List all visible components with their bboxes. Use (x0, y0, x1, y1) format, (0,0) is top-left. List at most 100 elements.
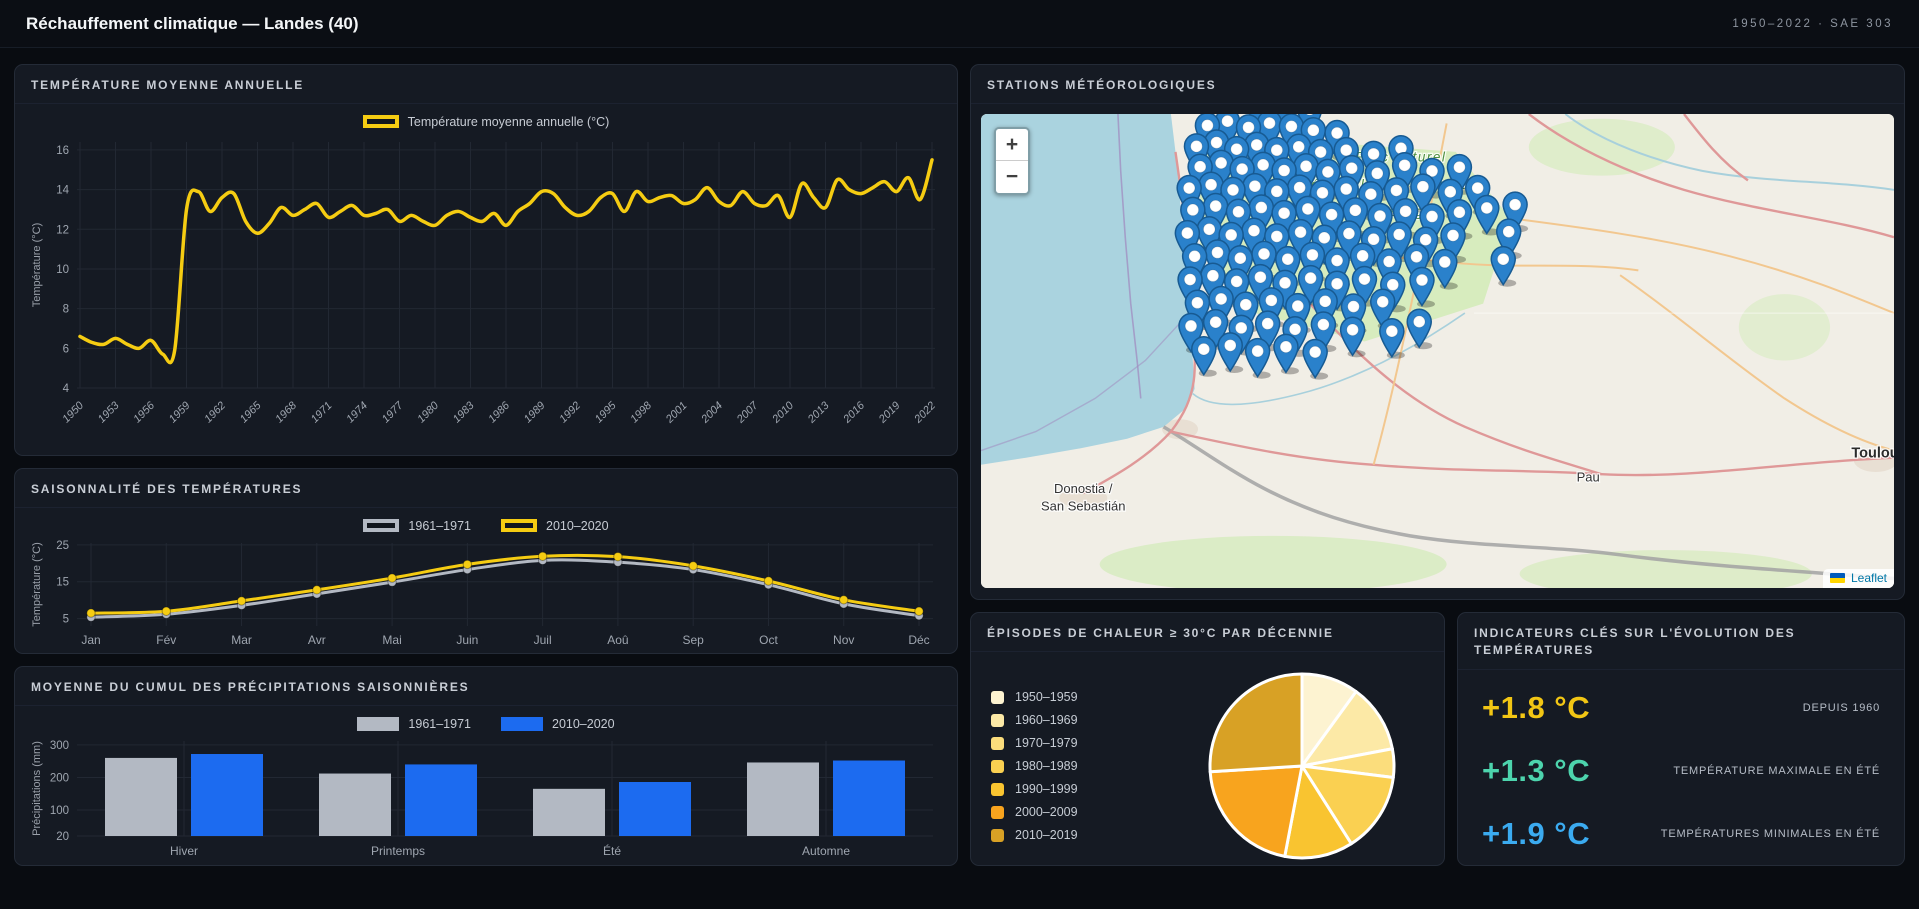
svg-text:12: 12 (56, 225, 69, 237)
svg-text:15: 15 (56, 577, 69, 589)
indicator-label: TEMPÉRATURE MAXIMALE EN ÉTÉ (1673, 765, 1880, 777)
pie-legend-item[interactable]: 1980–1989 (991, 759, 1169, 773)
svg-text:2022: 2022 (912, 400, 939, 427)
indicator-label: DEPUIS 1960 (1803, 702, 1880, 714)
panel-heat-episodes: ÉPISODES DE CHALEUR ≥ 30°C PAR DÉCENNIE … (970, 612, 1445, 866)
map-basemap: Donostia /San SebastiánPauToulouseParc n… (981, 114, 1894, 588)
svg-text:1956: 1956 (131, 399, 157, 425)
pie-legend-label: 2000–2009 (1015, 805, 1078, 819)
annual-chart-legend: Température moyenne annuelle (°C) (15, 109, 957, 134)
pie-legend-swatch (991, 783, 1004, 796)
svg-text:100: 100 (50, 805, 69, 817)
legend-item[interactable]: Température moyenne annuelle (°C) (363, 115, 610, 129)
dashboard-content: TEMPÉRATURE MOYENNE ANNUELLE Température… (0, 48, 1919, 866)
svg-text:1971: 1971 (309, 400, 335, 426)
precipitations-chart[interactable]: 20100200300Précipitations (mm)HiverPrint… (27, 736, 945, 862)
panel-title: TEMPÉRATURE MOYENNE ANNUELLE (15, 65, 957, 104)
svg-text:Température (°C): Température (°C) (31, 543, 43, 627)
svg-text:Précipitations (mm): Précipitations (mm) (31, 742, 43, 837)
svg-text:1995: 1995 (593, 399, 619, 425)
legend-label: Température moyenne annuelle (°C) (408, 115, 610, 129)
svg-text:2004: 2004 (699, 400, 726, 427)
legend-item[interactable]: 1961–1971 (363, 519, 471, 533)
svg-text:14: 14 (56, 185, 69, 197)
svg-text:1977: 1977 (380, 399, 406, 425)
svg-text:300: 300 (50, 740, 69, 752)
bottom-row: ÉPISODES DE CHALEUR ≥ 30°C PAR DÉCENNIE … (970, 612, 1905, 866)
svg-text:Déc: Déc (908, 633, 929, 647)
panel-annual-temperature: TEMPÉRATURE MOYENNE ANNUELLE Température… (14, 64, 958, 456)
svg-text:Juil: Juil (534, 633, 552, 647)
panel-seasonality: SAISONNALITÉ DES TEMPÉRATURES 1961–19712… (14, 468, 958, 654)
app-header: Réchauffement climatique — Landes (40) 1… (0, 0, 1919, 48)
pie-legend-item[interactable]: 2000–2009 (991, 805, 1169, 819)
legend-label: 2010–2020 (546, 519, 609, 533)
panel-stations-map: STATIONS MÉTÉOROLOGIQUES Donostia /San S… (970, 64, 1905, 600)
svg-text:5: 5 (63, 614, 69, 626)
pie-legend-item[interactable]: 1970–1979 (991, 736, 1169, 750)
pie-legend-swatch (991, 829, 1004, 842)
map-label: Donostia / (1054, 482, 1113, 497)
svg-text:Printemps: Printemps (371, 844, 425, 858)
legend-item[interactable]: 2010–2020 (501, 717, 615, 731)
map-canvas[interactable]: Donostia /San SebastiánPauToulouseParc n… (981, 114, 1894, 588)
svg-text:2007: 2007 (734, 399, 761, 426)
legend-label: 1961–1971 (408, 717, 471, 731)
svg-text:Mar: Mar (231, 633, 252, 647)
pie-slice (1210, 674, 1302, 772)
svg-text:10: 10 (56, 264, 69, 276)
svg-text:Nov: Nov (833, 633, 854, 647)
indicator-label: TEMPÉRATURES MINIMALES EN ÉTÉ (1661, 828, 1880, 840)
svg-text:25: 25 (56, 540, 69, 552)
panel-key-indicators: INDICATEURS CLÉS SUR L'ÉVOLUTION DES TEM… (1457, 612, 1905, 866)
annual-temperature-chart[interactable]: 4681012141619501953195619591962196519681… (27, 134, 945, 440)
legend-label: 1961–1971 (408, 519, 471, 533)
svg-text:6: 6 (63, 344, 69, 356)
ukraine-flag-icon (1830, 573, 1845, 583)
panel-title: STATIONS MÉTÉOROLOGIQUES (971, 65, 1904, 104)
panel-title: MOYENNE DU CUMUL DES PRÉCIPITATIONS SAIS… (15, 667, 957, 706)
pie-legend-item[interactable]: 1950–1959 (991, 690, 1169, 704)
leaflet-attribution-link[interactable]: Leaflet (1851, 571, 1887, 585)
legend-item[interactable]: 2010–2020 (501, 519, 609, 533)
indicator-value: +1.3 °C (1482, 753, 1590, 789)
pie-legend-item[interactable]: 1990–1999 (991, 782, 1169, 796)
legend-swatch (501, 717, 543, 731)
pie-legend-label: 1990–1999 (1015, 782, 1078, 796)
pie-slice (1210, 766, 1302, 856)
svg-text:1962: 1962 (202, 400, 228, 426)
seasonality-chart[interactable]: 51525JanFévMarAvrMaiJuinJuilAoûSepOctNov… (27, 538, 945, 650)
legend-item[interactable]: 1961–1971 (357, 717, 471, 731)
heat-episodes-pie-chart[interactable] (1169, 668, 1434, 864)
pie-legend-swatch (991, 691, 1004, 704)
panel-title: INDICATEURS CLÉS SUR L'ÉVOLUTION DES TEM… (1458, 613, 1904, 670)
svg-text:1980: 1980 (415, 399, 441, 425)
pie-legend-label: 1970–1979 (1015, 736, 1078, 750)
season-chart-legend: 1961–1971 2010–2020 (15, 513, 957, 538)
legend-label: 2010–2020 (552, 717, 615, 731)
map-attribution: Leaflet (1823, 569, 1894, 588)
pie-legend-label: 2010–2019 (1015, 828, 1078, 842)
svg-text:Oct: Oct (759, 633, 778, 647)
svg-text:1992: 1992 (557, 400, 583, 426)
svg-text:Jan: Jan (81, 633, 100, 647)
svg-text:4: 4 (63, 383, 70, 395)
pie-legend-item[interactable]: 1960–1969 (991, 713, 1169, 727)
zoom-out-button[interactable]: − (996, 161, 1028, 193)
svg-text:Été: Été (603, 843, 621, 858)
panel-precipitations: MOYENNE DU CUMUL DES PRÉCIPITATIONS SAIS… (14, 666, 958, 866)
header-subtitle: 1950–2022 · SAE 303 (1732, 18, 1893, 30)
indicator-row: +1.3 °C TEMPÉRATURE MAXIMALE EN ÉTÉ (1482, 753, 1880, 789)
pie-legend-label: 1950–1959 (1015, 690, 1078, 704)
precipitations-saisonnieres-svg: 20100200300Précipitations (mm)HiverPrint… (27, 736, 945, 862)
legend-swatch (363, 115, 399, 128)
pie-legend-swatch (991, 737, 1004, 750)
svg-text:1965: 1965 (238, 399, 264, 425)
svg-text:Avr: Avr (308, 633, 326, 647)
svg-text:1974: 1974 (344, 400, 370, 426)
svg-text:20: 20 (56, 831, 69, 843)
pie-legend-item[interactable]: 2010–2019 (991, 828, 1169, 842)
svg-text:200: 200 (50, 773, 69, 785)
zoom-in-button[interactable]: + (996, 129, 1028, 161)
svg-text:2019: 2019 (876, 400, 903, 427)
